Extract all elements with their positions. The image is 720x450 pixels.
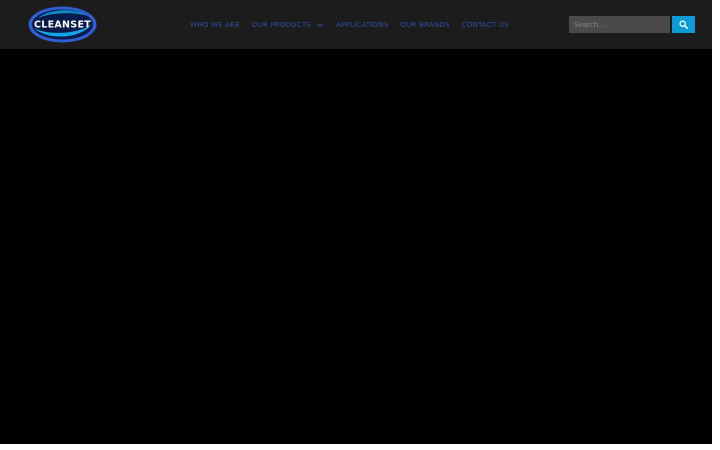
nav-item-who-we-are[interactable]: WHO WE ARE (190, 20, 240, 29)
logo-graphic: CLEANSET (28, 6, 97, 43)
chevron-down-icon (316, 21, 324, 29)
nav-item-our-products[interactable]: OUR PRODUCTS (252, 20, 324, 29)
nav-item-our-brands[interactable]: OUR BRANDS (400, 20, 449, 29)
hero-media-area (0, 49, 712, 444)
page: CLEANSET WHO WE ARE OUR PRODUCTS APPLICA… (0, 0, 720, 450)
svg-text:CLEANSET: CLEANSET (34, 20, 91, 31)
search-icon (679, 20, 688, 29)
nav-item-contact-us[interactable]: CONTACT US (462, 20, 509, 29)
site-header: CLEANSET WHO WE ARE OUR PRODUCTS APPLICA… (0, 0, 712, 49)
nav-item-label: OUR BRANDS (400, 20, 450, 29)
main-nav: WHO WE ARE OUR PRODUCTS APPLICATIONS OUR… (190, 0, 509, 49)
nav-item-label: WHO WE ARE (190, 20, 240, 29)
search-input[interactable] (569, 16, 670, 33)
nav-item-applications[interactable]: APPLICATIONS (336, 20, 388, 29)
nav-item-label: APPLICATIONS (336, 20, 389, 29)
search-button[interactable] (672, 16, 695, 33)
nav-item-label: CONTACT US (461, 20, 509, 29)
nav-item-label: OUR PRODUCTS (251, 20, 311, 29)
cleanset-logo[interactable]: CLEANSET (28, 6, 97, 43)
